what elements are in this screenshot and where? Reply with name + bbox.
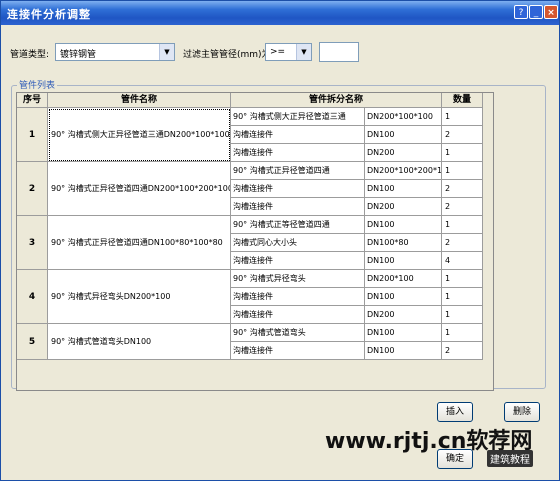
diameter-input[interactable] — [319, 42, 359, 62]
close-button[interactable]: × — [544, 5, 558, 19]
split-spec-cell[interactable]: DN100 — [365, 216, 442, 234]
title-bar[interactable]: 连接件分析调整 ? _ × — [1, 1, 559, 25]
split-name-cell[interactable]: 沟槽连接件 — [231, 288, 365, 306]
row-index[interactable]: 4 — [17, 270, 48, 324]
row-index[interactable]: 5 — [17, 324, 48, 360]
split-spec-cell[interactable]: DN100 — [365, 252, 442, 270]
column-header-index[interactable]: 序号 — [17, 93, 48, 108]
minimize-button[interactable]: _ — [529, 5, 543, 19]
column-header-name[interactable]: 管件名称 — [48, 93, 231, 108]
row-index[interactable]: 3 — [17, 216, 48, 270]
split-spec-cell[interactable]: DN100 — [365, 342, 442, 360]
quantity-cell[interactable]: 1 — [442, 144, 483, 162]
split-spec-cell[interactable]: DN200 — [365, 144, 442, 162]
split-spec-cell[interactable]: DN200*100 — [365, 270, 442, 288]
split-spec-cell[interactable]: DN200*100*200*100 — [365, 162, 442, 180]
watermark-sub: 建筑教程 — [487, 450, 533, 467]
quantity-cell[interactable]: 2 — [442, 126, 483, 144]
split-name-cell[interactable]: 沟槽式同心大小头 — [231, 234, 365, 252]
quantity-cell[interactable]: 1 — [442, 324, 483, 342]
split-name-cell[interactable]: 90° 沟槽式异径弯头 — [231, 270, 365, 288]
fitting-name-cell[interactable]: 90° 沟槽式侧大正异径管道三通DN200*100*100 — [48, 108, 231, 162]
quantity-cell[interactable]: 2 — [442, 342, 483, 360]
dialog-window: 连接件分析调整 ? _ × 管道类型: 镀锌钢管 ▼ 过滤主管管径(mm)为: … — [0, 0, 560, 481]
split-name-cell[interactable]: 90° 沟槽式侧大正异径管道三通 — [231, 108, 365, 126]
quantity-cell[interactable]: 1 — [442, 288, 483, 306]
split-spec-cell[interactable]: DN200*100*100 — [365, 108, 442, 126]
group-title: 管件列表 — [17, 78, 58, 91]
quantity-cell[interactable]: 2 — [442, 198, 483, 216]
split-spec-cell[interactable]: DN100 — [365, 126, 442, 144]
operator-value: >= — [270, 47, 286, 57]
row-index[interactable]: 1 — [17, 108, 48, 162]
quantity-cell[interactable]: 1 — [442, 162, 483, 180]
split-name-cell[interactable]: 沟槽连接件 — [231, 252, 365, 270]
fitting-name-cell[interactable]: 90° 沟槽式管道弯头DN100 — [48, 324, 231, 360]
split-spec-cell[interactable]: DN100*80 — [365, 234, 442, 252]
split-spec-cell[interactable]: DN200 — [365, 306, 442, 324]
delete-button[interactable]: 删除 — [504, 402, 540, 422]
split-name-cell[interactable]: 沟槽连接件 — [231, 306, 365, 324]
help-button[interactable]: ? — [514, 5, 528, 19]
chevron-down-icon[interactable]: ▼ — [159, 44, 174, 60]
split-name-cell[interactable]: 沟槽连接件 — [231, 126, 365, 144]
quantity-cell[interactable]: 1 — [442, 108, 483, 126]
pipe-type-label: 管道类型: — [10, 50, 50, 60]
quantity-cell[interactable]: 1 — [442, 270, 483, 288]
fitting-name-cell[interactable]: 90° 沟槽式异径弯头DN200*100 — [48, 270, 231, 324]
fittings-table[interactable]: 序号 管件名称 管件拆分名称 数量 1 90° 沟槽式侧大正异径管道三通DN200… — [16, 92, 494, 391]
pipe-type-value: 镀锌钢管 — [60, 50, 97, 60]
split-name-cell[interactable]: 沟槽连接件 — [231, 198, 365, 216]
fitting-name-cell[interactable]: 90° 沟槽式正异径管道四通DN100*80*100*80 — [48, 216, 231, 270]
quantity-cell[interactable]: 2 — [442, 234, 483, 252]
split-name-cell[interactable]: 沟槽连接件 — [231, 180, 365, 198]
diameter-filter-label: 过滤主管管径(mm)为: — [183, 50, 274, 60]
quantity-cell[interactable]: 2 — [442, 180, 483, 198]
operator-select[interactable]: >= ▼ — [265, 43, 312, 61]
insert-button[interactable]: 插入 — [437, 402, 473, 422]
pipe-type-select[interactable]: 镀锌钢管 ▼ — [55, 43, 175, 61]
split-spec-cell[interactable]: DN200 — [365, 198, 442, 216]
split-name-cell[interactable]: 沟槽连接件 — [231, 342, 365, 360]
split-name-cell[interactable]: 沟槽连接件 — [231, 144, 365, 162]
split-name-cell[interactable]: 90° 沟槽式正等径管道四通 — [231, 216, 365, 234]
column-header-split[interactable]: 管件拆分名称 — [231, 93, 442, 108]
split-spec-cell[interactable]: DN100 — [365, 288, 442, 306]
quantity-cell[interactable]: 4 — [442, 252, 483, 270]
quantity-cell[interactable]: 1 — [442, 306, 483, 324]
split-spec-cell[interactable]: DN100 — [365, 180, 442, 198]
window-title: 连接件分析调整 — [7, 8, 91, 21]
quantity-cell[interactable]: 1 — [442, 216, 483, 234]
chevron-down-icon[interactable]: ▼ — [296, 44, 311, 60]
split-spec-cell[interactable]: DN100 — [365, 324, 442, 342]
split-name-cell[interactable]: 90° 沟槽式正异径管道四通 — [231, 162, 365, 180]
column-header-qty[interactable]: 数量 — [442, 93, 483, 108]
row-index[interactable]: 2 — [17, 162, 48, 216]
split-name-cell[interactable]: 90° 沟槽式管道弯头 — [231, 324, 365, 342]
fitting-name-cell[interactable]: 90° 沟槽式正异径管道四通DN200*100*200*100 — [48, 162, 231, 216]
